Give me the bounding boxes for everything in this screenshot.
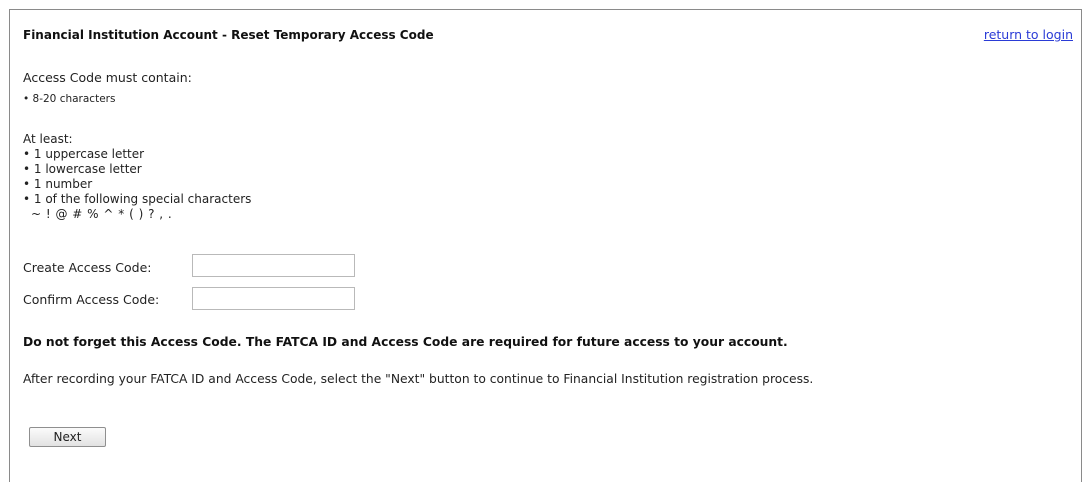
- create-access-code-label: Create Access Code:: [23, 260, 152, 275]
- access-code-warning: Do not forget this Access Code. The FATC…: [23, 335, 788, 349]
- next-instruction: After recording your FATCA ID and Access…: [23, 372, 814, 386]
- special-characters-list: ~ ! @ # % ^ * ( ) ? , .: [31, 207, 173, 221]
- confirm-access-code-label: Confirm Access Code:: [23, 292, 160, 307]
- at-least-rules: At least: • 1 uppercase letter • 1 lower…: [23, 132, 251, 222]
- rule-uppercase: • 1 uppercase letter: [23, 147, 145, 161]
- rule-special: • 1 of the following special characters: [23, 192, 252, 206]
- confirm-access-code-input[interactable]: [192, 287, 355, 310]
- next-button[interactable]: Next: [29, 427, 106, 447]
- length-rule: • 8-20 characters: [23, 93, 116, 105]
- return-to-login-link[interactable]: return to login: [984, 27, 1073, 42]
- page-title: Financial Institution Account - Reset Te…: [23, 28, 434, 42]
- rule-lowercase: • 1 lowercase letter: [23, 162, 142, 176]
- create-access-code-input[interactable]: [192, 254, 355, 277]
- at-least-heading: At least:: [23, 132, 73, 146]
- rule-number: • 1 number: [23, 177, 93, 191]
- requirements-heading: Access Code must contain:: [23, 70, 192, 85]
